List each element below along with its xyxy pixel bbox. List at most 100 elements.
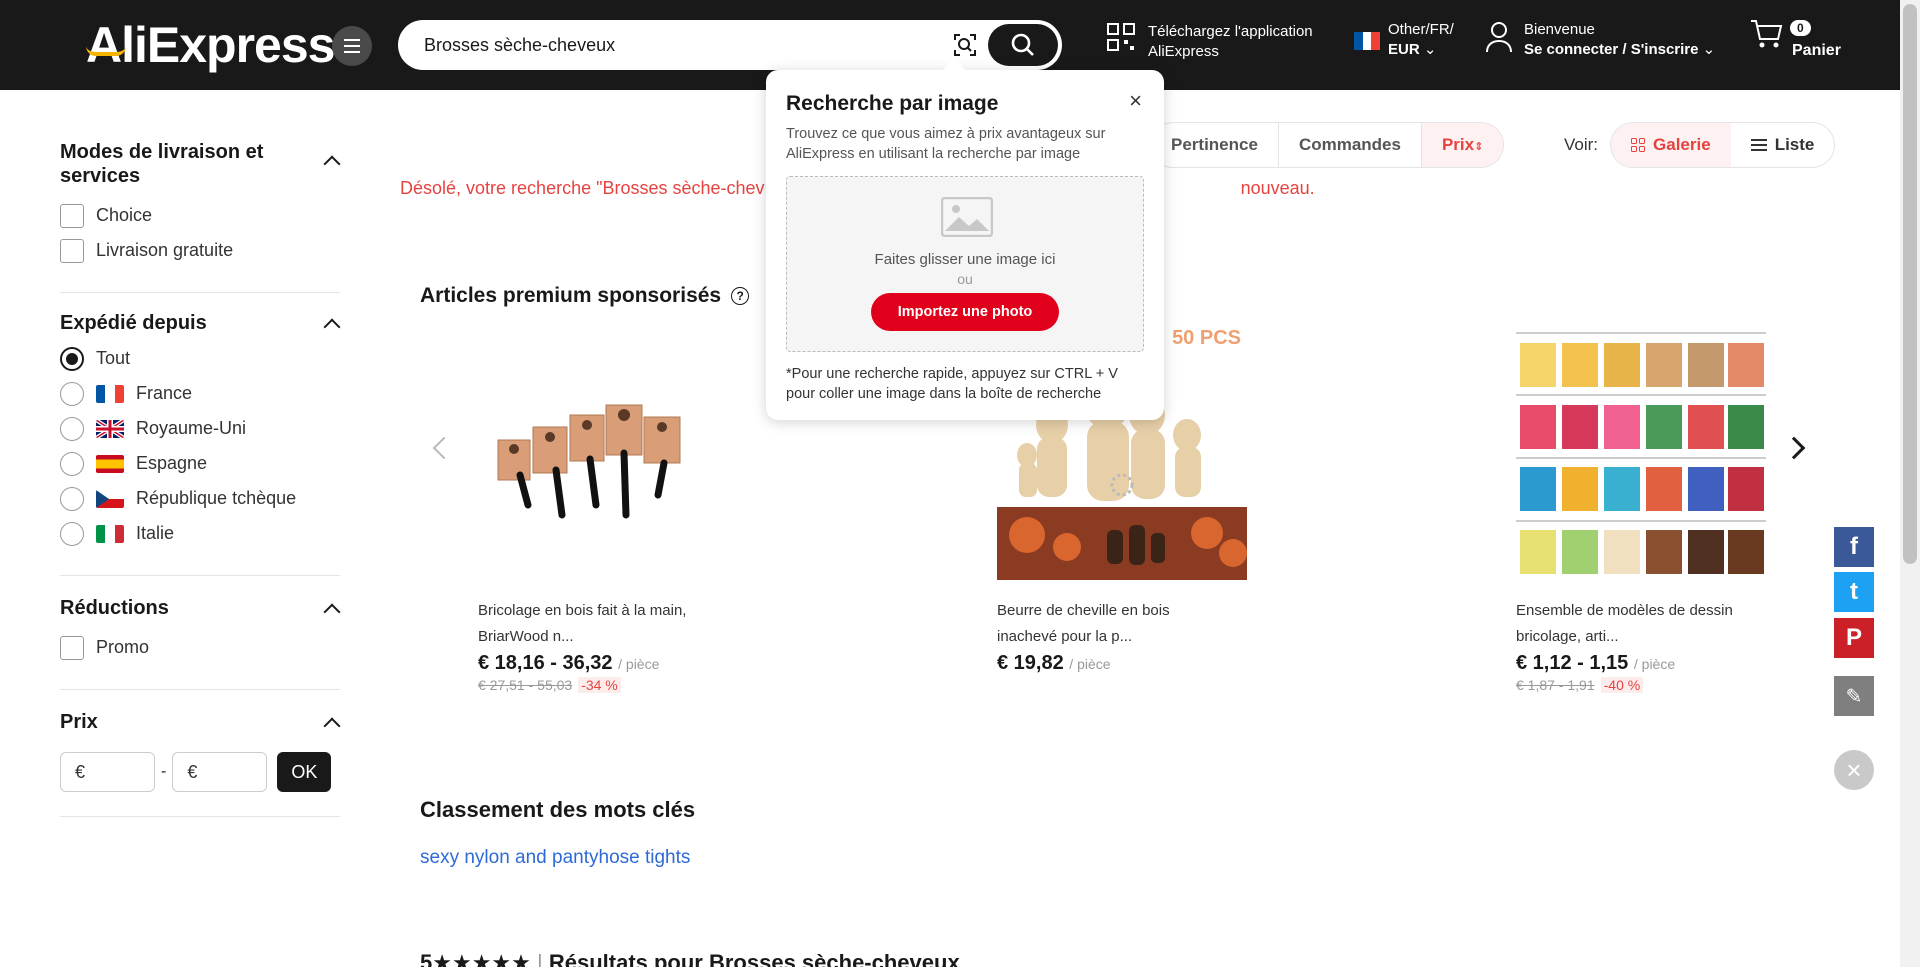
product-card[interactable]: Ensemble de modèles de dessin bricolage, … [1516,325,1776,693]
ship-from-all[interactable]: Tout [60,341,340,376]
cart-count-badge: 0 [1790,20,1811,36]
image-placeholder-icon [941,197,993,237]
drop-text: Faites glisser une image ici [874,251,1056,268]
checkbox[interactable] [60,203,84,228]
filter-label: Livraison gratuite [96,240,234,260]
product-image[interactable] [1516,325,1766,580]
price-max-input[interactable]: € [172,752,268,792]
filter-label: Royaume-Uni [136,418,247,438]
popup-title: Recherche par image [786,92,999,115]
carousel-prev-icon[interactable] [432,436,456,460]
results-heading: 5★★★★★ | Résultats pour Brosses sèche-ch… [420,950,960,967]
filter-sidebar: Modes de livraison et services Choice Li… [60,90,341,817]
chevron-up-icon[interactable] [323,603,341,621]
hamburger-icon [344,39,360,53]
radio[interactable] [60,381,84,406]
search-input[interactable] [424,31,924,59]
chevron-up-icon[interactable] [323,155,341,173]
view-label: Voir: [1564,135,1599,154]
popup-note: *Pour une recherche rapide, appuyez sur … [786,366,1118,402]
product-price: € 1,12 - 1,15 [1516,652,1629,674]
upload-photo-button[interactable]: Importez une photo [871,293,1059,331]
sort-orders[interactable]: Commandes [1277,123,1421,167]
facebook-share-icon[interactable]: f [1834,527,1874,567]
keywords-title: Classement des mots clés [420,797,696,822]
filter-label: Choice [96,205,153,225]
ship-from-spain[interactable]: Espagne [60,446,340,481]
discount-badge: -34 % [578,677,621,693]
language-currency[interactable]: Other/FR/ EUR ⌄ [1354,20,1454,60]
discount-badge: -40 % [1600,677,1644,693]
sort-relevance[interactable]: Pertinence [1151,123,1278,167]
old-price: € 1,87 - 1,91 [1516,677,1595,693]
product-title[interactable]: Ensemble de modèles de dessin [1516,598,1776,624]
price-ok-button[interactable]: OK [277,752,332,792]
carousel-next-icon[interactable] [1782,436,1806,460]
account-menu[interactable]: Bienvenue Se connecter / S'inscrire ⌄ [1484,20,1715,60]
checkbox[interactable] [60,635,84,660]
radio-selected[interactable] [60,346,84,371]
filter-price-title: Prix [60,711,98,733]
filter-free-shipping[interactable]: Livraison gratuite [60,233,340,268]
france-flag-icon [96,384,124,403]
ship-from-czech[interactable]: République tchèque [60,481,340,516]
product-title-line2[interactable]: inachevé pour la p... [997,624,1257,650]
image-search-icon[interactable] [952,32,978,58]
filter-ship-from: Expédié depuis Tout France Royaume-Uni E… [60,293,341,576]
aliexpress-logo[interactable]: AliExpress [86,16,335,74]
image-drop-zone[interactable]: Faites glisser une image ici ou Importez… [786,176,1144,352]
ship-from-uk[interactable]: Royaume-Uni [60,411,340,446]
radio[interactable] [60,521,84,546]
edit-icon[interactable]: ✎ [1834,676,1874,716]
chevron-up-icon[interactable] [323,717,341,735]
menu-button[interactable] [332,26,372,66]
filter-promo[interactable]: Promo [60,630,340,665]
sort-price[interactable]: Prix⇕ [1420,123,1504,167]
twitter-share-icon[interactable]: t [1834,572,1874,612]
close-icon[interactable]: × [1129,88,1142,114]
radio[interactable] [60,486,84,511]
help-icon[interactable]: ? [731,287,750,305]
no-results-text-start: Désolé, votre recherche "Brosses sèche-c… [400,178,765,198]
download-app[interactable]: Téléchargez l'application AliExpress [1106,22,1313,62]
czech-flag-icon [96,489,124,508]
product-title[interactable]: Beurre de cheville en bois [997,598,1257,624]
keyword-link[interactable]: sexy nylon and pantyhose tights [420,847,690,869]
list-label: Liste [1774,135,1815,154]
qr-code-icon [1107,23,1135,51]
filter-label: Promo [96,637,150,657]
results-text: Résultats pour Brosses sèche-cheveux [548,950,960,967]
sign-in-link[interactable]: Se connecter / S'inscrire [1524,41,1698,58]
product-image[interactable] [478,325,728,580]
product-title[interactable]: Bricolage en bois fait à la main, [478,598,738,624]
product-title-line2[interactable]: bricolage, arti... [1516,624,1776,650]
gallery-view-button[interactable]: Galerie [1611,123,1731,167]
app-line1: Téléchargez l'application [1148,23,1313,40]
price-min-input[interactable]: € [60,752,155,792]
sort-bar: Pertinence Commandes Prix⇕ [1150,122,1505,168]
scrollbar-thumb[interactable] [1903,4,1917,564]
product-card[interactable]: Bricolage en bois fait à la main, BriarWo… [478,325,738,693]
filter-label: Espagne [136,453,208,473]
ship-from-italy[interactable]: Italie [60,516,340,551]
currency: EUR [1388,41,1420,58]
chevron-up-icon[interactable] [323,318,341,336]
product-title-line2[interactable]: BriarWood n... [478,624,738,650]
radio[interactable] [60,416,84,441]
filter-choice[interactable]: Choice [60,198,340,233]
checkbox[interactable] [60,238,84,263]
search-button[interactable] [988,24,1058,66]
price-unit: / pièce [1069,656,1111,672]
lang-line1: Other/FR/ [1388,21,1454,38]
italy-flag-icon [96,524,124,543]
popup-description: Trouvez ce que vous aimez à prix avantag… [786,126,1106,162]
logo-swoosh [86,46,126,56]
ship-from-france[interactable]: France [60,376,340,411]
cart[interactable]: 0 Panier [1750,18,1841,60]
scrollbar[interactable] [1900,0,1920,967]
radio[interactable] [60,451,84,476]
pinterest-share-icon[interactable]: P [1834,618,1874,658]
list-view-button[interactable]: Liste [1731,123,1835,167]
price-unit: / pièce [1633,656,1676,672]
close-share-icon[interactable]: × [1834,750,1874,790]
